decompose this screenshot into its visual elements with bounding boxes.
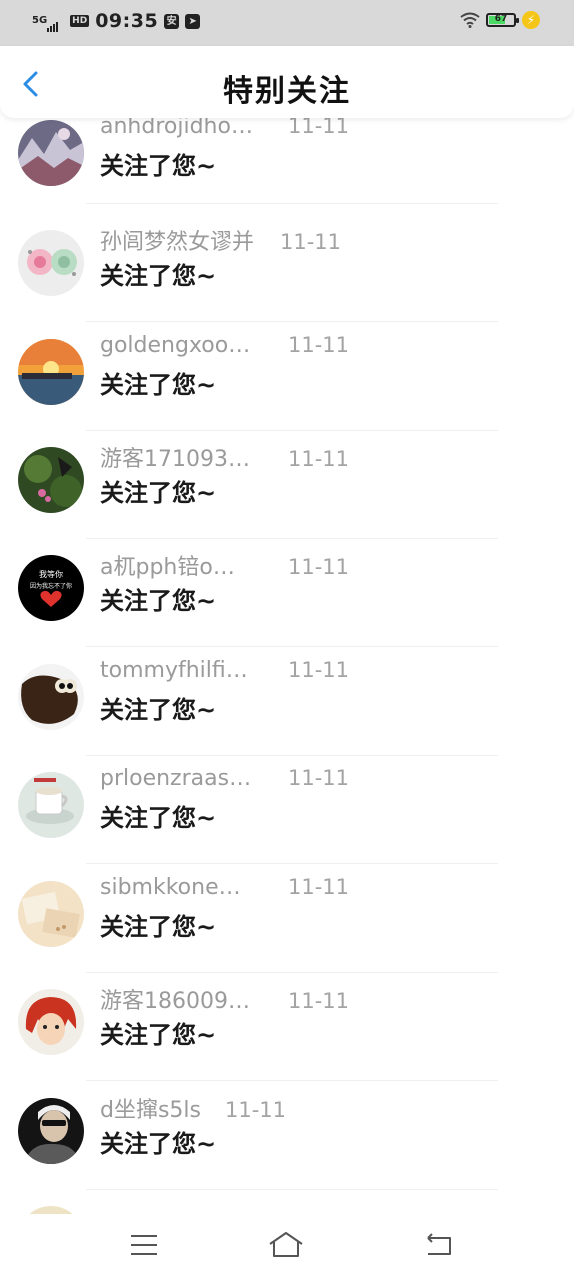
list-item[interactable] (0, 1190, 574, 1214)
avatar[interactable] (18, 1098, 84, 1164)
date: 11-11 (288, 333, 350, 357)
divider (86, 321, 498, 322)
message-text: 关注了您~ (100, 152, 217, 180)
avatar[interactable] (18, 339, 84, 405)
username[interactable]: anhdrojidho… (100, 118, 288, 139)
name-row: 孙闾梦然女谬并 11-11 (100, 224, 341, 256)
avatar[interactable] (18, 230, 84, 296)
back-icon[interactable] (418, 1228, 458, 1262)
notification-list[interactable]: anhdrojidho… 11-11 关注了您~ 孙闾梦然女谬并 11-11 关… (0, 118, 574, 1214)
message-text: 关注了您~ (100, 371, 217, 399)
svg-text:因为我忘不了你: 因为我忘不了你 (30, 582, 72, 590)
battery-icon: 67 (486, 13, 519, 27)
list-item[interactable]: 孙闾梦然女谬并 11-11 关注了您~ (0, 214, 574, 322)
username[interactable]: prloenzraas… (100, 766, 288, 791)
name-row: anhdrojidho… 11-11 (100, 118, 349, 139)
date: 11-11 (288, 766, 350, 790)
charging-icon: ⚡ (522, 11, 540, 29)
name-row: 游客171093… 11-11 (100, 441, 349, 473)
hd-badge: HD (70, 15, 90, 27)
header: 特别关注 (0, 46, 574, 118)
clock: 09:35 (95, 10, 159, 32)
avatar[interactable] (18, 664, 84, 730)
message-text: 关注了您~ (100, 1021, 217, 1049)
network-type: 5G (32, 15, 48, 26)
list-item[interactable]: 我等你 因为我忘不了你 a杌pph锫o… 11-11 关注了您~ (0, 539, 574, 647)
username[interactable]: d坐撺s5ls (100, 1092, 225, 1124)
message-text: 关注了您~ (100, 913, 217, 941)
name-row: a杌pph锫o… 11-11 (100, 549, 349, 581)
name-row: tommyfhilfi… 11-11 (100, 658, 349, 683)
avatar[interactable] (18, 1206, 84, 1214)
username[interactable]: 孙闾梦然女谬并 (100, 224, 280, 256)
battery-text: 67 (494, 14, 508, 24)
divider (86, 1080, 498, 1081)
svg-text:我等你: 我等你 (39, 569, 63, 579)
username[interactable]: 游客171093… (100, 441, 288, 473)
menu-icon[interactable] (124, 1228, 164, 1262)
list-item[interactable]: 游客171093… 11-11 关注了您~ (0, 431, 574, 539)
status-bar: 5G HD 09:35 安 ➤ 67 ⚡ (0, 0, 574, 46)
username[interactable]: goldengxoo… (100, 333, 288, 358)
security-icon: 安 (164, 13, 180, 29)
list-item[interactable]: 游客186009… 11-11 关注了您~ (0, 973, 574, 1081)
list-item[interactable]: prloenzraas… 11-11 关注了您~ (0, 756, 574, 864)
list-item[interactable]: sibmkkone… 11-11 关注了您~ (0, 865, 574, 973)
date: 11-11 (288, 555, 350, 579)
list-item[interactable]: d坐撺s5ls 11-11 关注了您~ (0, 1082, 574, 1190)
username[interactable]: sibmkkone… (100, 875, 288, 900)
list-item[interactable]: goldengxoo… 11-11 关注了您~ (0, 323, 574, 431)
date: 11-11 (288, 989, 350, 1013)
message-text: 关注了您~ (100, 587, 217, 615)
username[interactable]: tommyfhilfi… (100, 658, 288, 683)
avatar[interactable] (18, 772, 84, 838)
divider (86, 646, 498, 647)
message-text: 关注了您~ (100, 1130, 217, 1158)
page-title: 特别关注 (223, 74, 351, 109)
message-text: 关注了您~ (100, 804, 217, 832)
avatar[interactable] (18, 881, 84, 947)
username[interactable]: a杌pph锫o… (100, 549, 288, 581)
name-row: prloenzraas… 11-11 (100, 766, 349, 791)
avatar[interactable] (18, 989, 84, 1055)
avatar[interactable] (18, 120, 84, 186)
send-icon: ➤ (185, 13, 201, 29)
message-text: 关注了您~ (100, 696, 217, 724)
name-row: 游客186009… 11-11 (100, 983, 349, 1015)
list-item[interactable]: tommyfhilfi… 11-11 关注了您~ (0, 648, 574, 756)
wifi-icon (460, 12, 480, 28)
home-icon[interactable] (266, 1228, 306, 1262)
status-left: 5G HD 09:35 安 ➤ (32, 10, 201, 32)
avatar[interactable]: 我等你 因为我忘不了你 (18, 555, 84, 621)
date: 11-11 (288, 447, 350, 471)
status-right: 67 ⚡ (460, 11, 540, 29)
divider (86, 203, 498, 204)
date: 11-11 (225, 1098, 287, 1122)
date: 11-11 (288, 118, 350, 138)
signal-icon (47, 18, 59, 32)
avatar[interactable] (18, 447, 84, 513)
name-row: goldengxoo… 11-11 (100, 333, 349, 358)
message-text: 关注了您~ (100, 262, 217, 290)
date: 11-11 (288, 875, 350, 899)
message-text: 关注了您~ (100, 479, 217, 507)
name-row: sibmkkone… 11-11 (100, 875, 349, 900)
date: 11-11 (288, 658, 350, 682)
date: 11-11 (280, 230, 342, 254)
name-row: d坐撺s5ls 11-11 (100, 1092, 286, 1124)
divider (86, 863, 498, 864)
system-nav-bar (0, 1214, 574, 1280)
username[interactable]: 游客186009… (100, 983, 288, 1015)
list-item[interactable]: anhdrojidho… 11-11 关注了您~ (0, 118, 574, 214)
